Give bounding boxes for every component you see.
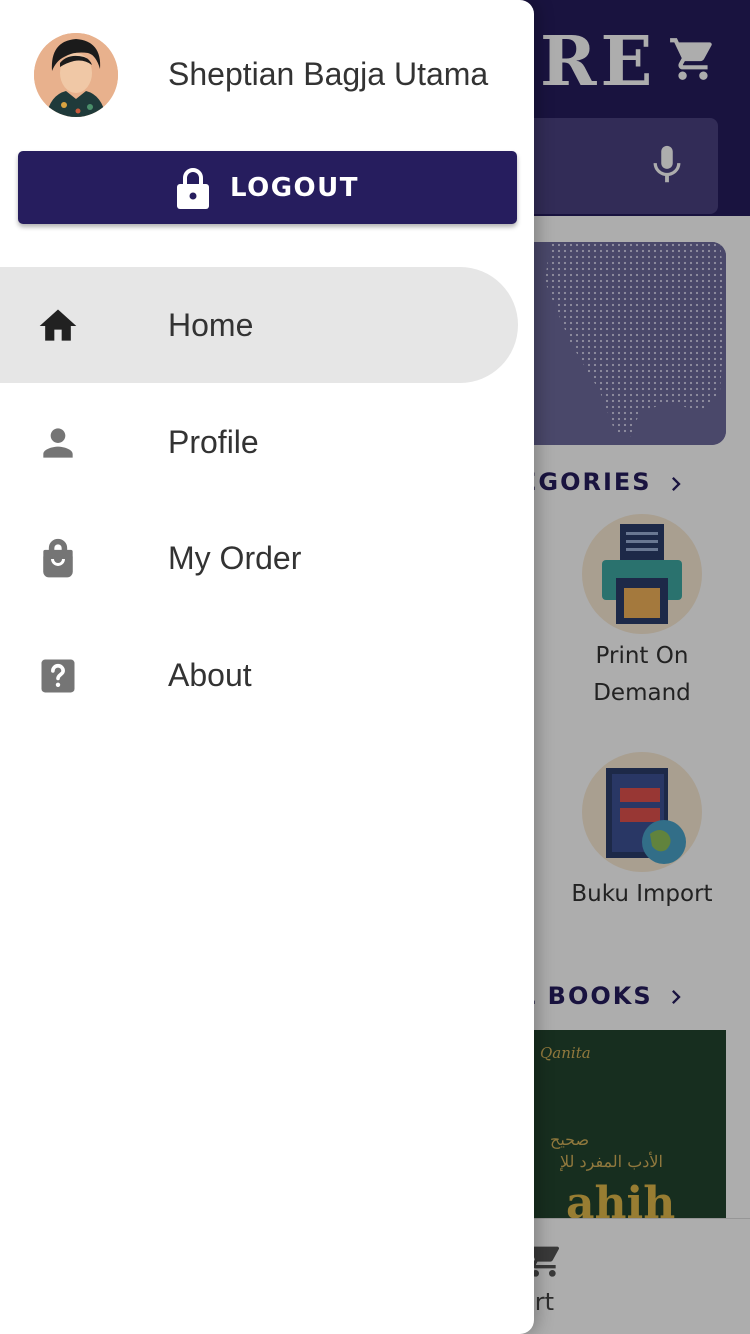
user-name: Sheptian Bagja Utama <box>168 56 489 92</box>
help-icon <box>41 659 75 693</box>
lock-icon <box>176 167 209 209</box>
drawer-item-label: Home <box>168 307 254 343</box>
drawer-item-label: Profile <box>168 424 259 460</box>
logout-button[interactable]: LOGOUT <box>18 151 517 224</box>
drawer-item-profile[interactable]: Profile <box>0 384 518 500</box>
navigation-drawer: Sheptian Bagja Utama LOGOUT Home Profile… <box>0 0 534 1334</box>
drawer-item-my-order[interactable]: My Order <box>0 500 518 616</box>
avatar <box>34 33 118 117</box>
logout-label: LOGOUT <box>229 172 360 203</box>
drawer-item-label: About <box>168 657 252 693</box>
home-icon <box>39 309 77 341</box>
user-photo <box>34 33 118 117</box>
drawer-item-about[interactable]: About <box>0 617 518 733</box>
drawer-item-home[interactable]: Home <box>0 267 518 383</box>
drawer-item-label: My Order <box>168 540 302 576</box>
shopping-bag-icon <box>43 538 73 578</box>
person-icon <box>43 428 73 458</box>
